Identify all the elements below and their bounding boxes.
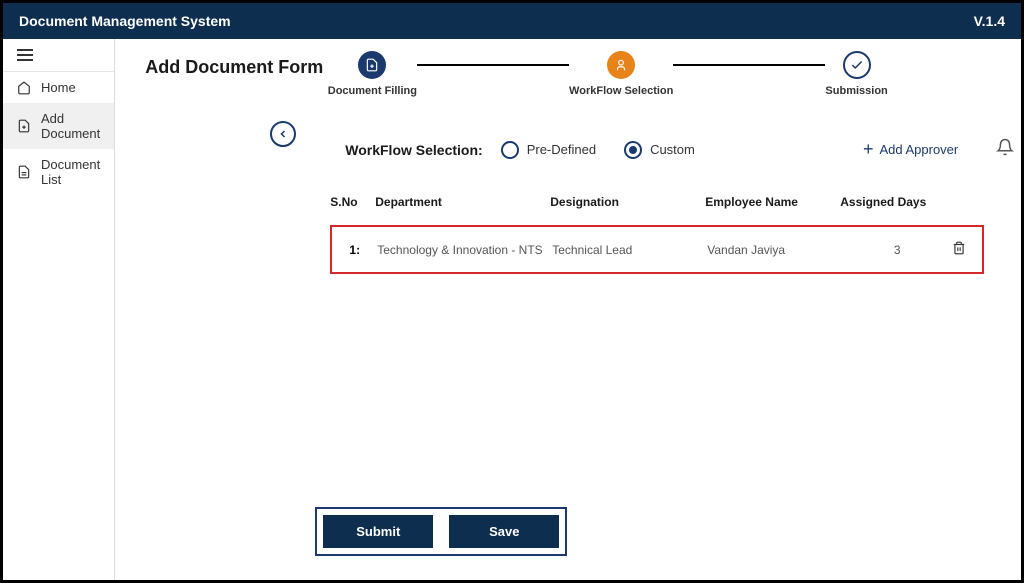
sidebar-item-home[interactable]: Home [3,72,114,103]
sidebar-item-label: Add Document [41,111,100,141]
doc-list-icon [17,165,31,179]
save-button[interactable]: Save [449,515,559,548]
radio-label: Pre-Defined [527,142,596,157]
home-icon [17,81,31,95]
sidebar: Home Add Document Document List [3,39,115,580]
step-workflow-selection[interactable]: WorkFlow Selection [569,51,673,97]
radio-icon [624,141,642,159]
sidebar-item-label: Home [41,80,76,95]
table-header: S.No Department Designation Employee Nam… [330,189,984,215]
col-department: Department [375,195,550,209]
radio-custom[interactable]: Custom [624,141,695,159]
top-bar: Document Management System V.1.4 [3,3,1021,39]
hamburger-menu[interactable] [3,39,114,72]
radio-icon [501,141,519,159]
stepper: Document Filling WorkFlow Selection Subm… [328,51,888,97]
step-connector [417,64,569,66]
workflow-label: WorkFlow Selection: [345,142,482,158]
cell-days: 3 [842,243,952,257]
sidebar-item-document-list[interactable]: Document List [3,149,114,195]
step-label: Submission [825,85,887,97]
delete-icon[interactable] [952,241,982,258]
hamburger-icon [17,49,33,61]
app-version: V.1.4 [974,13,1005,29]
step-document-filling[interactable]: Document Filling [328,51,417,97]
radio-label: Custom [650,142,695,157]
approver-table: S.No Department Designation Employee Nam… [145,189,1014,274]
cell-designation: Technical Lead [552,243,707,257]
col-employee: Employee Name [705,195,840,209]
sidebar-item-label: Document List [41,157,100,187]
sidebar-item-add-document[interactable]: Add Document [3,103,114,149]
step-label: WorkFlow Selection [569,85,673,97]
add-doc-icon [17,119,31,133]
action-buttons: Submit Save [315,507,567,556]
radio-predefined[interactable]: Pre-Defined [501,141,596,159]
cell-employee: Vandan Javiya [707,243,842,257]
step-connector [673,64,825,66]
doc-fill-icon [358,51,386,79]
step-label: Document Filling [328,85,417,97]
cell-sno: 1: [332,243,377,257]
workflow-radio-group: Pre-Defined Custom [501,141,695,159]
step-submission[interactable]: Submission [825,51,887,97]
content-area: Add Document Form Document Filling WorkF… [115,39,1024,580]
col-designation: Designation [550,195,705,209]
col-sno: S.No [330,195,375,209]
cell-department: Technology & Innovation - NTS [377,243,552,257]
col-days: Assigned Days [840,195,950,209]
app-title: Document Management System [19,13,231,29]
submit-button[interactable]: Submit [323,515,433,548]
table-row: 1: Technology & Innovation - NTS Technic… [330,225,984,274]
main-container: Home Add Document Document List Add Docu… [3,39,1021,580]
add-approver-label: Add Approver [879,142,958,157]
bell-icon[interactable] [996,138,1014,161]
plus-icon: + [863,139,874,160]
add-approver-button[interactable]: + Add Approver [863,139,958,160]
workflow-step-icon [607,51,635,79]
submission-step-icon [843,51,871,79]
